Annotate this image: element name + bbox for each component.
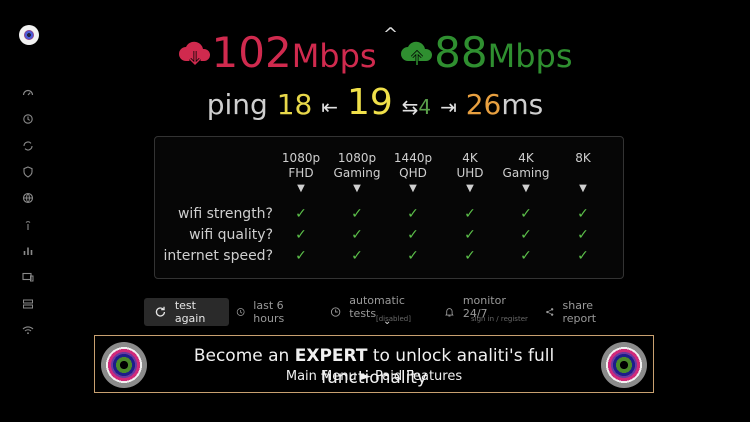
check-icon: ✓ — [407, 227, 419, 243]
column-sort-icon[interactable]: ▼ — [271, 183, 331, 194]
column-header: 1080p Gaming — [327, 151, 387, 181]
automatic-tests-status: [disabled] — [376, 315, 411, 323]
globe-icon[interactable] — [19, 185, 37, 211]
column-subtitle: QHD — [399, 166, 427, 180]
clock-icon — [330, 307, 341, 317]
column-header: 1080p FHD — [271, 151, 331, 181]
column-subtitle: FHD — [288, 166, 314, 180]
column-subtitle: Gaming — [333, 166, 381, 180]
upload-unit: Mbps — [487, 37, 573, 75]
refresh-icon — [155, 306, 166, 317]
column-header: 4K UHD — [440, 151, 500, 181]
ping-min: 18 — [276, 88, 313, 121]
chevron-up-icon[interactable]: ^ — [383, 24, 398, 45]
check-icon: ✓ — [520, 227, 532, 243]
share-icon — [546, 308, 554, 316]
jitter-icon: ⇆ — [401, 95, 419, 119]
column-title: 4K — [518, 151, 534, 165]
check-icon: ✓ — [577, 206, 589, 222]
column-title: 1440p — [393, 151, 433, 165]
check-icon: ✓ — [407, 248, 419, 264]
quality-table: 1080p FHD 1080p Gaming 1440p QHD 4K UHD 4K Ga… — [154, 136, 624, 279]
test-again-label: test again — [174, 299, 206, 325]
ping-max: 26 — [465, 88, 502, 121]
test-again-button[interactable]: test again — [144, 298, 229, 326]
check-icon: ✓ — [464, 248, 476, 264]
column-subtitle: Gaming — [502, 166, 550, 180]
analiti-logo-icon — [101, 342, 147, 388]
shield-icon[interactable] — [19, 159, 37, 185]
column-title: 1080p — [337, 151, 377, 165]
column-title: 1080p — [281, 151, 321, 165]
check-icon: ✓ — [464, 206, 476, 222]
check-icon: ✓ — [520, 248, 532, 264]
last-6-hours-label: last 6 hours — [253, 299, 285, 325]
banner-pre-text: Become an — [193, 346, 295, 366]
upgrade-banner[interactable]: Become an EXPERT to unlock analiti's ful… — [94, 335, 654, 393]
download-unit: Mbps — [291, 37, 377, 75]
share-report-button[interactable]: share report — [545, 298, 603, 326]
analiti-logo-icon — [601, 342, 647, 388]
check-icon: ✓ — [577, 227, 589, 243]
cloud-upload-icon — [401, 41, 433, 65]
check-icon: ✓ — [407, 206, 419, 222]
column-sort-icon[interactable]: ▼ — [496, 183, 556, 194]
bell-icon — [445, 308, 454, 317]
column-title: 8K — [575, 151, 591, 165]
check-icon: ✓ — [577, 248, 589, 264]
ping-results: ping 18 ⇤ 19 ⇆4 ⇥ 26ms — [0, 82, 750, 123]
ping-avg: 19 — [346, 82, 393, 123]
ping-unit: ms — [501, 88, 544, 121]
history-icon — [236, 308, 245, 316]
check-icon: ✓ — [351, 206, 363, 222]
signal-tower-icon[interactable] — [19, 211, 37, 237]
check-icon: ✓ — [351, 227, 363, 243]
speed-results: 102Mbps 88Mbps — [0, 28, 750, 77]
check-icon: ✓ — [295, 206, 307, 222]
sync-icon[interactable] — [19, 133, 37, 159]
row-label-wifi-quality: wifi quality? — [189, 227, 273, 243]
check-icon: ✓ — [520, 206, 532, 222]
check-icon: ✓ — [295, 248, 307, 264]
bar-chart-icon[interactable] — [19, 238, 37, 264]
column-title: 4K — [462, 151, 478, 165]
row-label-wifi-strength: wifi strength? — [177, 206, 273, 222]
wifi-icon[interactable] — [19, 317, 37, 343]
row-label-internet-speed: internet speed? — [163, 248, 273, 264]
column-sort-icon[interactable]: ▼ — [553, 183, 613, 194]
column-sort-icon[interactable]: ▼ — [327, 183, 387, 194]
check-icon: ✓ — [351, 248, 363, 264]
arrow-left-icon: ⇤ — [321, 95, 339, 119]
grid-icon[interactable] — [19, 290, 37, 316]
banner-emphasis: EXPERT — [294, 346, 368, 366]
ping-jitter: 4 — [418, 95, 432, 119]
upload-speed: 88Mbps — [400, 28, 572, 77]
upload-value: 88 — [434, 28, 488, 77]
check-icon: ✓ — [295, 227, 307, 243]
column-subtitle: UHD — [456, 166, 484, 180]
devices-icon[interactable] — [19, 264, 37, 290]
chevron-down-icon[interactable]: ⌄ — [383, 316, 391, 327]
column-header: 1440p QHD — [383, 151, 443, 181]
ping-label: ping — [206, 88, 268, 121]
column-header: 4K Gaming — [496, 151, 556, 181]
last-6-hours-button[interactable]: last 6 hours — [236, 298, 291, 326]
download-speed: 102Mbps — [178, 28, 390, 77]
banner-subtitle: Main Menu ► Paid Features — [285, 369, 463, 384]
share-report-label: share report — [562, 299, 597, 325]
monitor-signin-link[interactable]: sign in / register — [471, 315, 528, 323]
cloud-download-icon — [178, 41, 210, 67]
column-sort-icon[interactable]: ▼ — [383, 183, 443, 194]
download-value: 102 — [211, 28, 292, 77]
check-icon: ✓ — [464, 227, 476, 243]
arrow-right-icon: ⇥ — [440, 95, 457, 119]
column-sort-icon[interactable]: ▼ — [440, 183, 500, 194]
column-header: 8K — [553, 151, 613, 166]
